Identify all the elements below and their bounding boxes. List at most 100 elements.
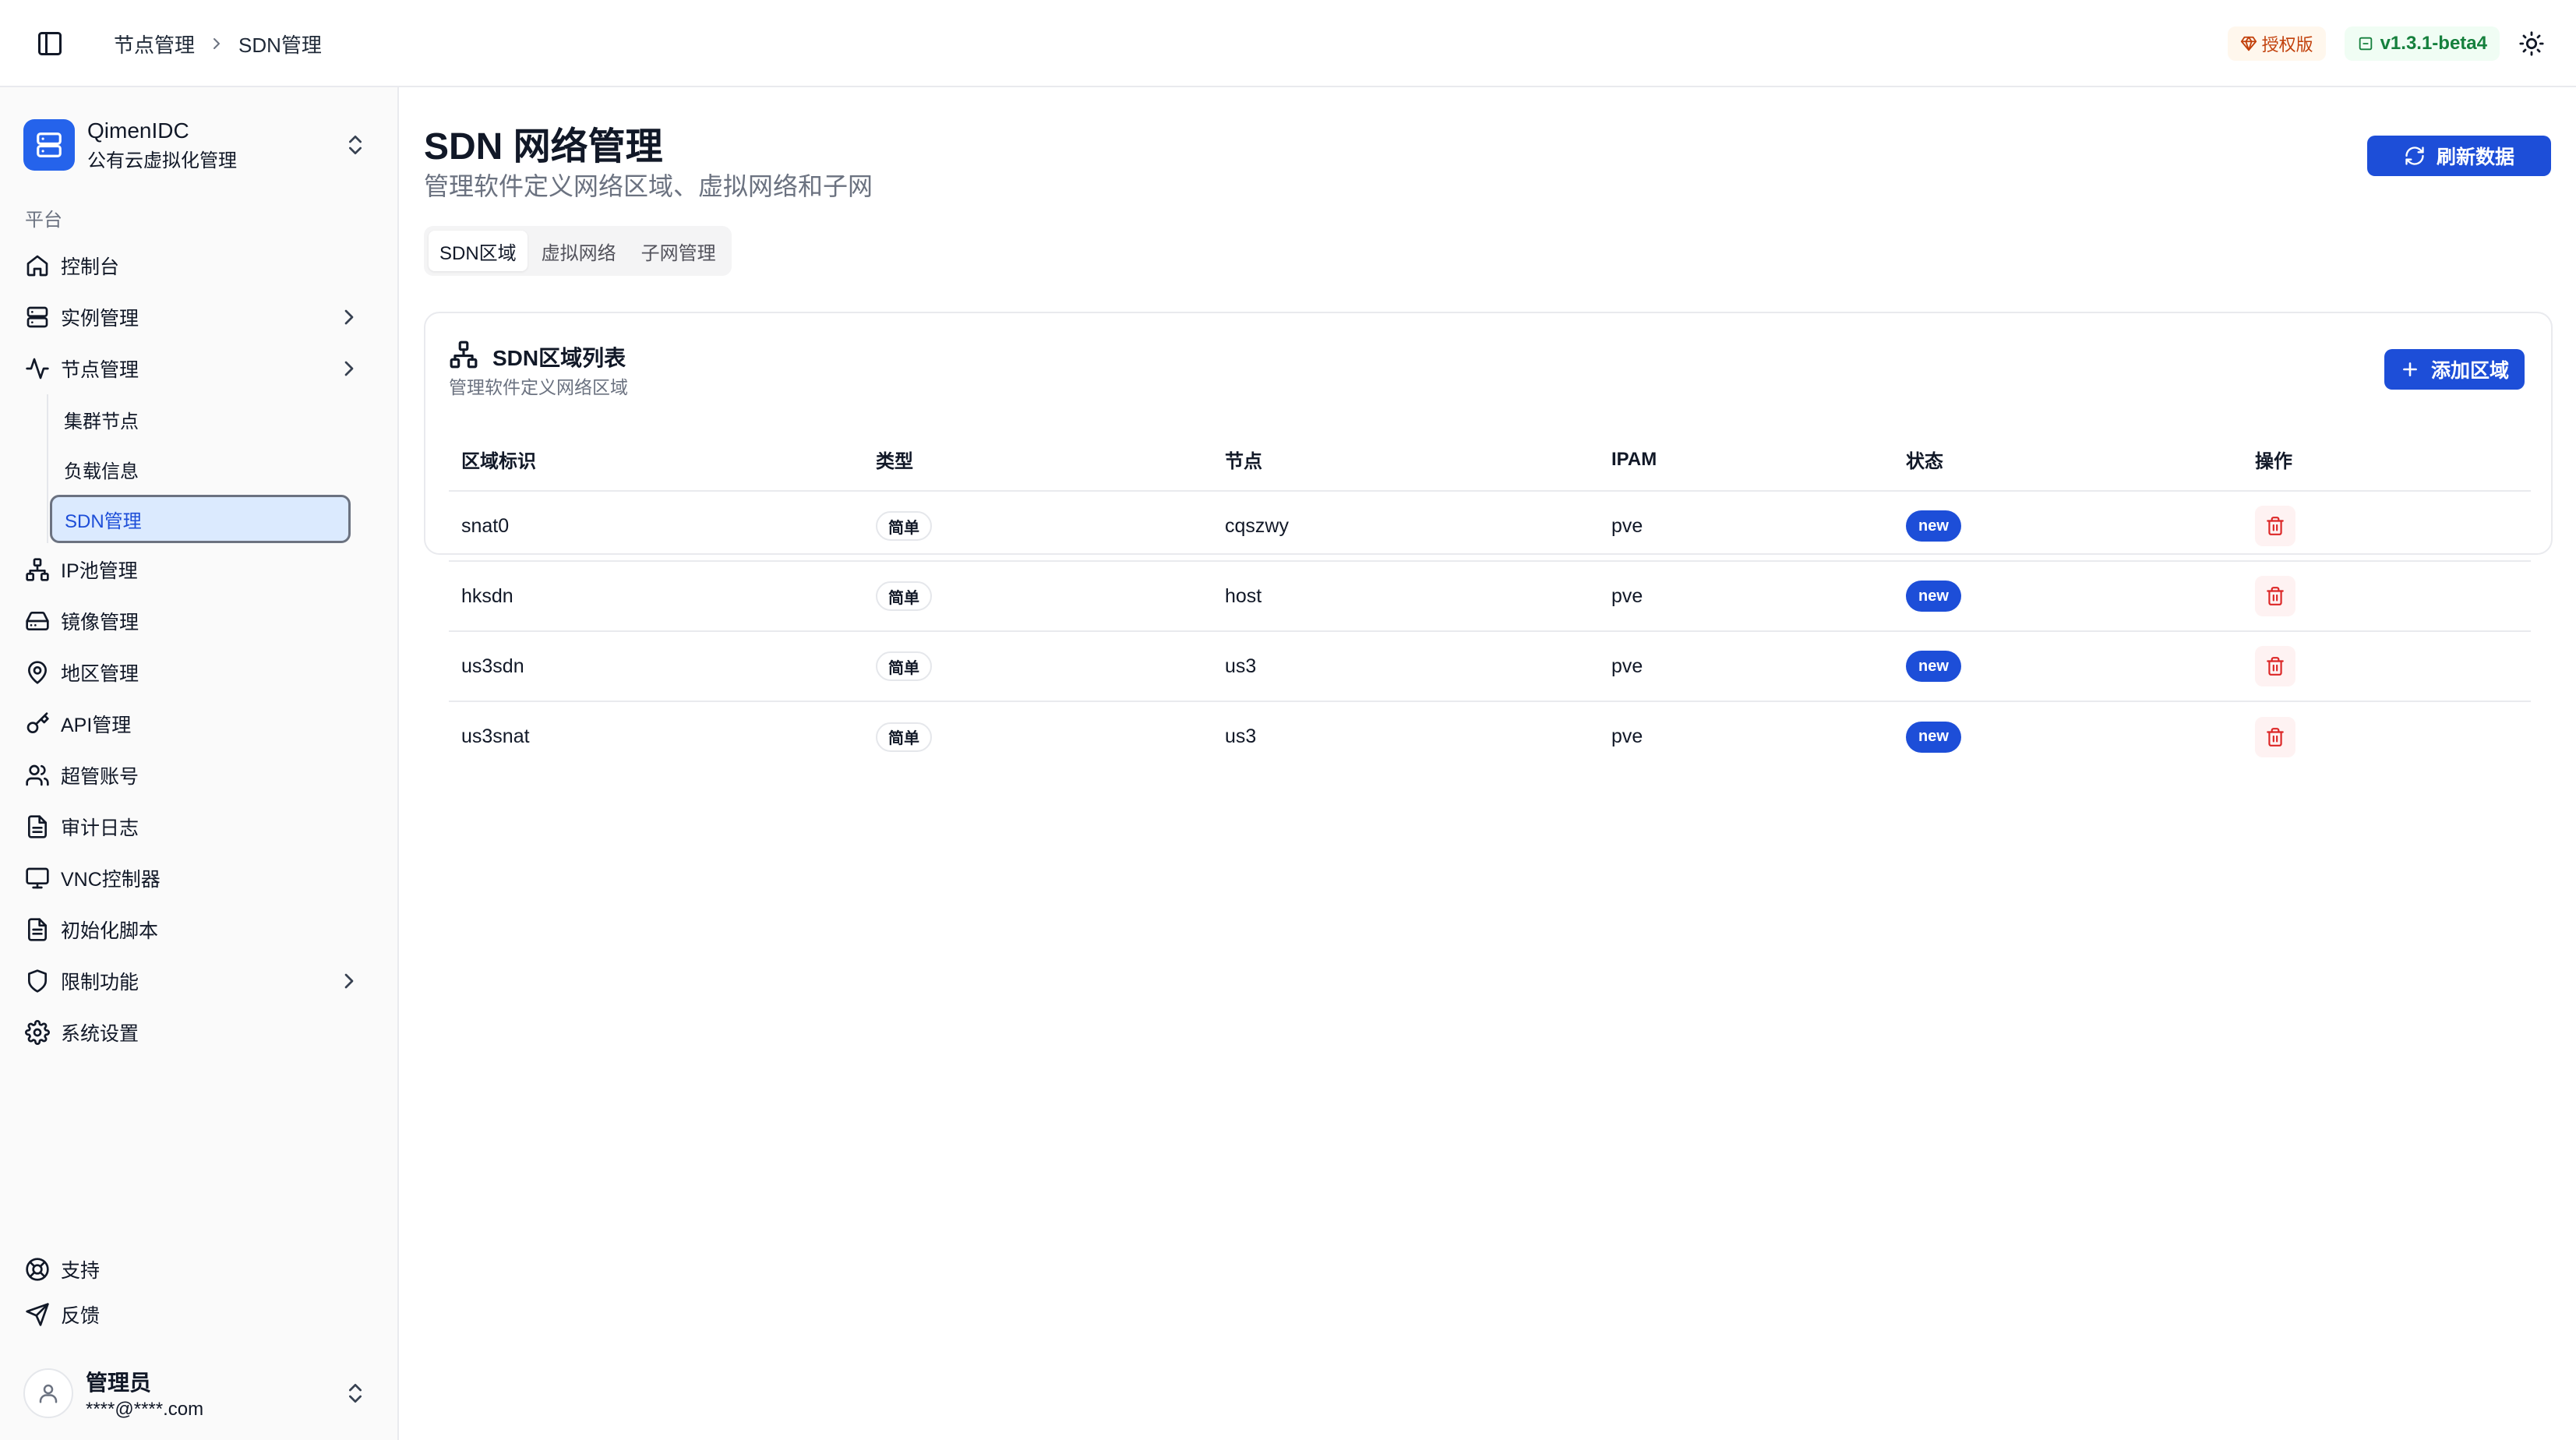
chevrons-up-down-icon [343, 1381, 368, 1406]
sidebar-item-admins[interactable]: 超管账号 [0, 750, 399, 801]
sidebar-item-ip-pool[interactable]: IP池管理 [0, 544, 399, 595]
sidebar-toggle-icon[interactable] [36, 30, 64, 58]
sidebar-item-label: IP池管理 [61, 560, 138, 582]
breadcrumb-item-node-management[interactable]: 节点管理 [114, 30, 195, 58]
status-badge: new [1906, 651, 1961, 682]
header-actions: 授权版 v1.3.1-beta4 [2227, 23, 2545, 64]
node-cell: host [1212, 561, 1599, 632]
trash-icon [2265, 516, 2285, 536]
activity-icon [25, 356, 50, 381]
delete-zone-button[interactable] [2255, 576, 2295, 616]
add-zone-label: 添加区域 [2430, 360, 2509, 382]
chevron-right-icon [337, 305, 362, 330]
chevrons-up-down-icon [343, 132, 368, 157]
sidebar-subitem-cluster-nodes[interactable]: 集群节点 [48, 394, 358, 444]
breadcrumb-item-current: SDN管理 [238, 33, 322, 57]
sidebar-item-settings[interactable]: 系统设置 [0, 1007, 399, 1058]
ipam-cell: pve [1599, 491, 1893, 562]
page-subtitle: 管理软件定义网络区域、虚拟网络和子网 [424, 172, 873, 200]
life-buoy-icon [25, 1257, 50, 1282]
home-icon [25, 253, 50, 278]
org-subtitle: 公有云虚拟化管理 [87, 150, 237, 171]
sidebar-item-nodes[interactable]: 节点管理 [0, 343, 399, 394]
sidebar-item-vnc[interactable]: VNC控制器 [0, 852, 399, 904]
sdn-zone-card: SDN区域列表 管理软件定义网络区域 添加区域 区域标识 类型 节点 IPAM … [424, 312, 2553, 757]
hard-drive-icon [25, 609, 50, 634]
zone-id-cell: hksdn [449, 561, 863, 632]
file-code-icon [25, 917, 50, 942]
user-icon [37, 1382, 60, 1405]
sidebar-item-api[interactable]: API管理 [0, 698, 399, 750]
tab-sdn-zones[interactable]: SDN区域 [429, 231, 528, 271]
sidebar-item-audit-log[interactable]: 审计日志 [0, 801, 399, 852]
license-label: 授权版 [2261, 35, 2313, 55]
avatar [23, 1368, 73, 1418]
sidebar-item-images[interactable]: 镜像管理 [0, 595, 399, 647]
status-badge: new [1906, 510, 1961, 542]
sidebar-item-label: 限制功能 [61, 972, 139, 994]
add-zone-button[interactable]: 添加区域 [2384, 349, 2525, 390]
network-icon [449, 340, 478, 369]
column-header: 类型 [863, 429, 1212, 492]
delete-zone-button[interactable] [2255, 506, 2295, 546]
column-header: 操作 [2243, 429, 2531, 492]
column-header: IPAM [1599, 429, 1893, 492]
delete-zone-button[interactable] [2255, 646, 2295, 686]
delete-zone-button[interactable] [2255, 716, 2295, 757]
sidebar-item-restrictions[interactable]: 限制功能 [0, 955, 399, 1007]
sidebar-item-label: API管理 [61, 715, 132, 736]
main-content: SDN 网络管理 管理软件定义网络区域、虚拟网络和子网 刷新数据 SDN区域 虚… [401, 87, 2576, 1440]
table-row: hksdn 简单 host pve new [449, 561, 2531, 632]
tab-subnets[interactable]: 子网管理 [630, 231, 727, 271]
package-icon [2357, 35, 2374, 52]
type-badge: 简单 [876, 581, 932, 611]
sidebar-item-label: 审计日志 [61, 817, 139, 839]
column-header: 区域标识 [449, 429, 863, 492]
refresh-icon [2404, 145, 2426, 167]
send-icon [25, 1302, 50, 1327]
sidebar-item-label: 节点管理 [61, 359, 139, 381]
table-row: us3snat 简单 us3 pve new [449, 701, 2531, 771]
sidebar-secondary-nav: 支持 反馈 [0, 1247, 399, 1337]
user-menu[interactable]: 管理员 ****@****.com [23, 1361, 376, 1426]
refresh-button[interactable]: 刷新数据 [2367, 136, 2551, 176]
sdn-zone-table: 区域标识 类型 节点 IPAM 状态 操作 snat0 简单 cqszwy pv… [449, 429, 2531, 771]
key-icon [25, 711, 50, 736]
sidebar-subnav-nodes: 集群节点 负载信息 SDN管理 [47, 394, 358, 543]
sidebar-item-dashboard[interactable]: 控制台 [0, 240, 399, 291]
type-badge: 简单 [876, 722, 932, 752]
table-row: us3sdn 简单 us3 pve new [449, 631, 2531, 702]
sidebar-subitem-load-info[interactable]: 负载信息 [48, 444, 358, 494]
server-icon [34, 130, 64, 160]
chevron-right-icon [337, 356, 362, 381]
sidebar-item-feedback[interactable]: 反馈 [0, 1292, 399, 1337]
org-switcher[interactable]: QimenIDC 公有云虚拟化管理 [23, 109, 376, 181]
sidebar-item-label: 初始化脚本 [61, 920, 159, 942]
sidebar-item-init-script[interactable]: 初始化脚本 [0, 904, 399, 955]
version-label: v1.3.1-beta4 [2380, 33, 2487, 54]
sidebar-subitem-sdn[interactable]: SDN管理 [50, 495, 351, 543]
sidebar-item-label: 控制台 [61, 256, 120, 278]
sidebar-item-support[interactable]: 支持 [0, 1247, 399, 1292]
sidebar-item-label: 镜像管理 [61, 612, 139, 634]
gem-icon [2240, 35, 2257, 52]
trash-icon [2265, 727, 2285, 747]
monitor-icon [25, 866, 50, 891]
breadcrumb: 节点管理 SDN管理 [114, 28, 322, 59]
sidebar-item-instances[interactable]: 实例管理 [0, 291, 399, 343]
chevron-right-icon [337, 969, 362, 994]
settings-icon [25, 1020, 50, 1045]
type-badge: 简单 [876, 511, 932, 541]
nav-group-label: 平台 [25, 210, 62, 231]
sidebar-nav: 控制台 实例管理 节点管理 集群节点 负载信息 SDN管理 IP池管理 镜像管理… [0, 240, 399, 1058]
zone-id-cell: us3snat [461, 725, 530, 747]
node-cell: us3 [1212, 631, 1599, 702]
zone-id-cell: us3sdn [449, 631, 863, 702]
sidebar-item-regions[interactable]: 地区管理 [0, 647, 399, 698]
tab-virtual-networks[interactable]: 虚拟网络 [531, 231, 627, 271]
sidebar: QimenIDC 公有云虚拟化管理 平台 控制台 实例管理 节点管理 集群节点 … [0, 87, 399, 1440]
status-badge: new [1906, 581, 1961, 612]
trash-icon [2265, 586, 2285, 606]
page-title: SDN 网络管理 [424, 126, 663, 168]
sun-icon[interactable] [2518, 30, 2545, 57]
